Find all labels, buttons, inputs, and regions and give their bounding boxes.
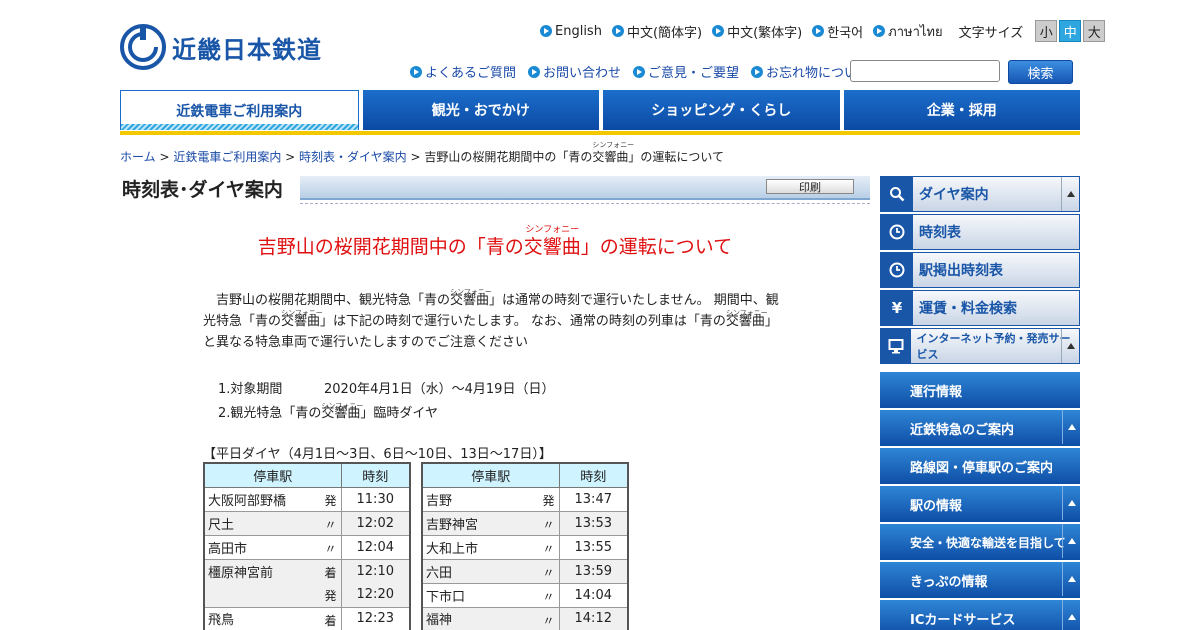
table-row: 吉野発 13:47 xyxy=(421,486,629,512)
search-input[interactable] xyxy=(850,60,1000,82)
arrow-bullet-icon xyxy=(611,25,624,37)
breadcrumb-timetable[interactable]: 時刻表・ダイヤ案内 xyxy=(299,150,407,164)
table-row: 橿原神宮前着 12:10 xyxy=(203,558,411,583)
table-row: 発 12:20 xyxy=(203,583,411,608)
arrow-bullet-icon xyxy=(751,65,764,78)
clock-icon xyxy=(881,215,913,249)
column-header-station: 停車駅 xyxy=(421,462,560,488)
article-heading: 吉野山の桜開花期間中の「青の シンフォニー 交響曲」の運転について xyxy=(257,225,733,258)
article-list: 1.対象期間 2020年4月1日（水）～4月19日（日） 2.観光特急「青の シンフ… xyxy=(218,378,554,426)
collapse-toggle[interactable] xyxy=(1062,600,1080,630)
timetable-outbound: 停車駅 時刻 大阪阿部野橋発 11:30 尺土〃 12:02 高田市〃 12:04 橿… xyxy=(203,462,411,630)
collapse-toggle[interactable] xyxy=(1062,410,1080,444)
logo-text: 近畿日本鉄道 xyxy=(172,35,322,64)
collapse-toggle[interactable] xyxy=(1061,177,1079,211)
collapse-toggle[interactable] xyxy=(1061,329,1079,363)
lang-chinese-simplified[interactable]: 中文(簡体字) xyxy=(611,22,702,41)
sidebar-item-internet-booking[interactable]: インターネット予約・発売サービス xyxy=(880,328,1080,364)
search-icon xyxy=(881,177,913,211)
table-row: 大和上市〃 13:55 xyxy=(421,534,629,560)
nav-tab-corporate[interactable]: 企業・採用 xyxy=(843,90,1080,130)
sidebar-item-ic-card[interactable]: ICカードサービス xyxy=(880,600,1080,630)
sidebar-item-timetable[interactable]: 時刻表 xyxy=(880,214,1080,250)
yen-icon: ¥ xyxy=(881,291,913,325)
collapse-toggle[interactable] xyxy=(1062,562,1080,596)
sidebar-item-route-map[interactable]: 路線図・停車駅のご案内 xyxy=(880,448,1080,484)
contact-link[interactable]: お問い合わせ xyxy=(528,62,621,81)
triangle-up-icon xyxy=(1066,343,1075,349)
collapse-toggle[interactable] xyxy=(1062,486,1080,520)
timetable-return: 停車駅 時刻 吉野発 13:47 吉野神宮〃 13:53 大和上市〃 13:55 六田… xyxy=(421,462,629,630)
triangle-up-icon xyxy=(1067,576,1076,582)
sidebar-item-limited-express[interactable]: 近鉄特急のご案内 xyxy=(880,410,1080,446)
nav-tab-sightseeing[interactable]: 観光・おでかけ xyxy=(362,90,599,130)
table-row: 吉野神宮〃 13:53 xyxy=(421,510,629,536)
table-title: 【平日ダイヤ（4月1日～3日、6日～10日、13日～17日）】 xyxy=(203,447,552,462)
table-row: 六田〃 13:59 xyxy=(421,558,629,584)
table-row: 高田市〃 12:04 xyxy=(203,534,411,560)
arrow-bullet-icon xyxy=(410,65,422,78)
table-row: 福神〃 14:12 xyxy=(421,606,629,630)
list-item-period: 1.対象期間 2020年4月1日（水）～4月19日（日） xyxy=(218,382,555,397)
arrow-bullet-icon xyxy=(633,65,646,78)
breadcrumb-home[interactable]: ホーム xyxy=(120,150,156,164)
sidebar-item-fare-search[interactable]: ¥ 運賃・料金検索 xyxy=(880,290,1080,326)
sidebar-item-tickets[interactable]: きっぷの情報 xyxy=(880,562,1080,598)
sidebar-item-safety[interactable]: 安全・快適な輸送を目指して xyxy=(880,524,1080,560)
breadcrumb: ホーム > 近鉄電車ご利用案内 > 時刻表・ダイヤ案内 > 吉野山の桜開花期間中… xyxy=(120,141,725,164)
arrow-bullet-icon xyxy=(873,25,886,37)
font-size-medium-button[interactable]: 中 xyxy=(1059,20,1082,42)
triangle-up-icon xyxy=(1067,538,1076,544)
breadcrumb-train-guide[interactable]: 近鉄電車ご利用案内 xyxy=(173,150,281,164)
kintetsu-logo-icon xyxy=(120,24,166,70)
lang-english[interactable]: English xyxy=(540,24,602,39)
nav-tab-shopping[interactable]: ショッピング・くらし xyxy=(603,90,840,130)
breadcrumb-current: 吉野山の桜開花期間中の「青の シンフォニー 交響曲」の運転について xyxy=(424,141,725,164)
table-row: 下市口〃 14:04 xyxy=(421,582,629,608)
nav-divider xyxy=(120,131,1080,135)
language-bar: English 中文(簡体字) 中文(繁体字) 한국어 ภาษาไทย 文字サイ… xyxy=(540,20,1107,42)
sidebar-item-station-timetable[interactable]: 駅掲出時刻表 xyxy=(880,252,1080,288)
lang-chinese-traditional[interactable]: 中文(繁体字) xyxy=(712,22,802,41)
nav-tab-train-guide[interactable]: 近鉄電車ご利用案内 xyxy=(120,90,359,130)
list-item-schedule: 2.観光特急「青の シンフォニー 交響曲 」臨時ダイヤ xyxy=(218,402,439,421)
site-logo[interactable]: 近畿日本鉄道 xyxy=(120,24,322,70)
lang-korean[interactable]: 한국어 xyxy=(812,22,863,41)
collapse-toggle[interactable] xyxy=(1062,524,1080,558)
triangle-up-icon xyxy=(1067,424,1076,430)
font-size-small-button[interactable]: 小 xyxy=(1035,20,1058,42)
column-header-station: 停車駅 xyxy=(203,462,342,488)
arrow-bullet-icon xyxy=(812,25,825,37)
sidebar: ダイヤ案内 時刻表 駅掲出時刻表 ¥ 運賃・料金検索 インターネット予約・発売サ… xyxy=(880,176,1080,630)
font-size-label: 文字サイズ xyxy=(958,25,1024,41)
arrow-bullet-icon xyxy=(528,65,541,78)
arrow-bullet-icon xyxy=(712,25,725,37)
table-row: 飛鳥着 12:23 xyxy=(203,606,411,630)
section-title: 時刻表･ダイヤ案内 xyxy=(122,179,283,201)
monitor-icon xyxy=(881,329,911,363)
utility-links: よくあるご質問 お問い合わせ ご意見・ご要望 お忘れ物について xyxy=(410,62,882,81)
triangle-up-icon xyxy=(1067,614,1076,620)
faq-link[interactable]: よくあるご質問 xyxy=(410,62,516,81)
section-divider xyxy=(300,203,870,204)
sidebar-item-diagram[interactable]: ダイヤ案内 xyxy=(880,176,1080,212)
table-row: 尺土〃 12:02 xyxy=(203,510,411,536)
clock-icon xyxy=(881,253,913,287)
column-header-time: 時刻 xyxy=(340,462,411,488)
lang-thai[interactable]: ภาษาไทย xyxy=(873,21,943,42)
column-header-time: 時刻 xyxy=(558,462,629,488)
article-intro: 吉野山の桜開花期間中、観光特急「青の シンフォニー 交響曲」は通常の時刻で運行いたし… xyxy=(203,288,779,350)
print-button[interactable]: 印刷 xyxy=(766,179,854,194)
triangle-up-icon xyxy=(1067,500,1076,506)
sidebar-item-stations[interactable]: 駅の情報 xyxy=(880,486,1080,522)
table-row: 大阪阿部野橋発 11:30 xyxy=(203,486,411,512)
feedback-link[interactable]: ご意見・ご要望 xyxy=(633,62,739,81)
triangle-up-icon xyxy=(1066,191,1075,197)
search-button[interactable]: 検索 xyxy=(1008,60,1073,84)
sidebar-item-service-info[interactable]: 運行情報 xyxy=(880,372,1080,408)
font-size-large-button[interactable]: 大 xyxy=(1083,20,1106,42)
global-nav: 近鉄電車ご利用案内 観光・おでかけ ショッピング・くらし 企業・採用 xyxy=(120,90,1080,130)
arrow-bullet-icon xyxy=(540,25,552,37)
